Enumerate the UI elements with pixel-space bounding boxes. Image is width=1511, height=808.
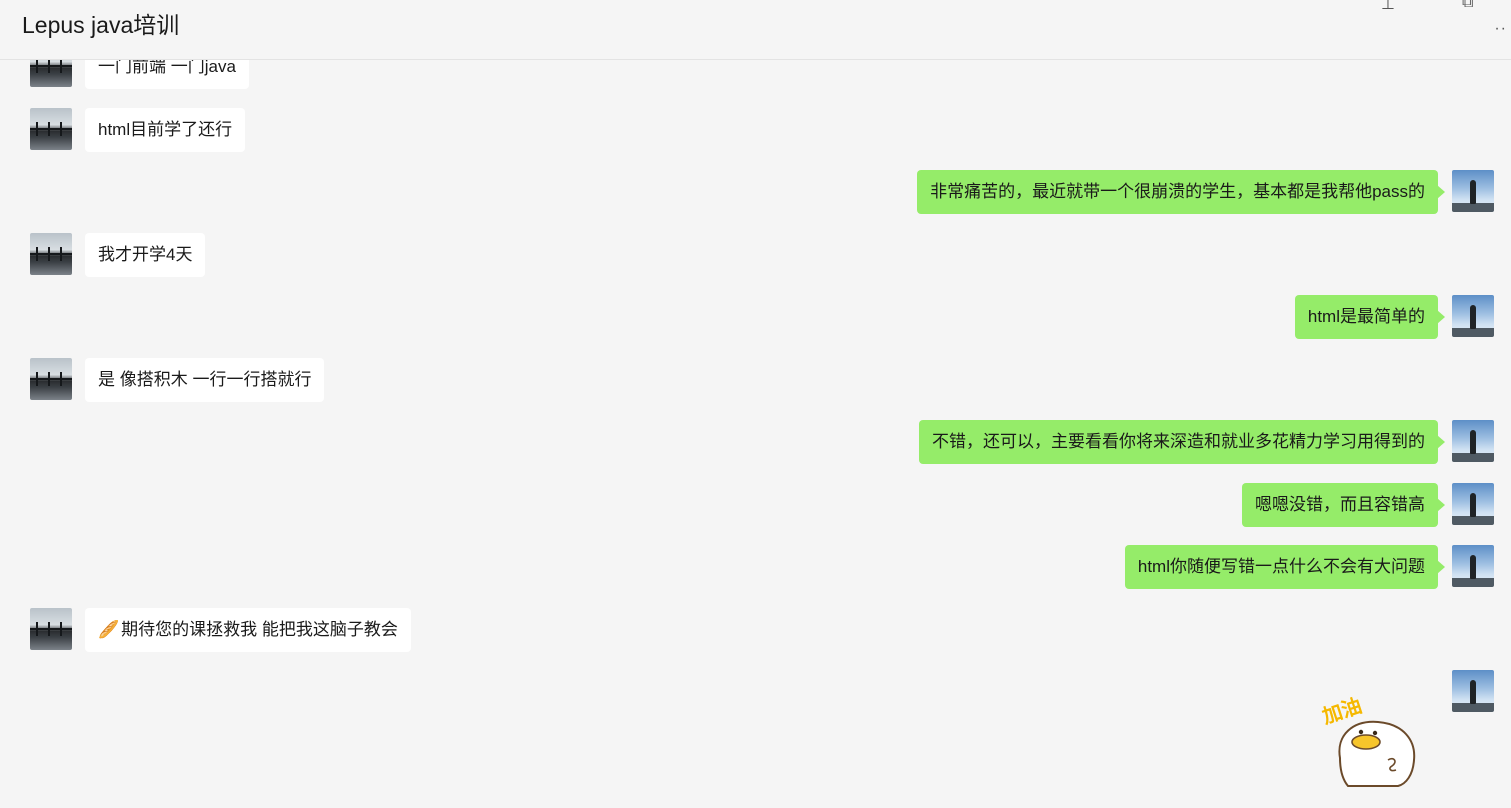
received-message: 🥖 期待您的课拯救我 能把我这脑子教会 [0, 608, 1511, 656]
avatar-detail [1452, 578, 1494, 587]
cheer-sticker[interactable]: 加油 [1318, 680, 1428, 790]
message-bubble[interactable]: 是 像搭积木 一行一行搭就行 [85, 358, 325, 402]
avatar-detail [36, 247, 38, 261]
message-bubble[interactable]: 非常痛苦的，最近就带一个很崩溃的学生，基本都是我帮他pass的 [917, 170, 1445, 214]
chat-header: Lepus java培训 ⊥ ⧉ ·· [0, 0, 1511, 60]
avatar-detail [36, 372, 38, 386]
message-text: html是最简单的 [1307, 307, 1425, 326]
sent-message: 嗯嗯没错，而且容错高 [0, 483, 1511, 531]
sticker-body [1338, 720, 1416, 787]
my-avatar[interactable] [1452, 483, 1494, 525]
avatar-detail [1470, 493, 1476, 517]
avatar-detail [1452, 516, 1494, 525]
message-bubble[interactable]: html你随便写错一点什么不会有大问题 [1124, 545, 1446, 589]
message-text: html目前学了还行 [98, 120, 233, 139]
message-bubble[interactable]: 嗯嗯没错，而且容错高 [1242, 483, 1445, 527]
sent-message: html你随便写错一点什么不会有大问题 [0, 545, 1511, 593]
message-text: 不错，还可以，主要看看你将来深造和就业多花精力学习用得到的 [932, 432, 1425, 451]
contact-avatar[interactable] [30, 108, 72, 150]
message-text: 期待您的课拯救我 能把我这脑子教会 [121, 620, 398, 639]
avatar-detail [1470, 180, 1476, 204]
message-bubble[interactable]: 我才开学4天 [85, 233, 206, 277]
my-avatar[interactable] [1452, 295, 1494, 337]
message-list[interactable]: 一门前端 一门java html目前学了还行 非常痛苦的，最近就带一个很崩溃的学生，… [0, 0, 1511, 808]
avatar-detail [48, 247, 50, 261]
avatar-detail [60, 122, 62, 136]
avatar-detail [1470, 305, 1476, 329]
sent-message: 不错，还可以，主要看看你将来深造和就业多花精力学习用得到的 [0, 420, 1511, 468]
avatar-detail [36, 122, 38, 136]
received-message: html目前学了还行 [0, 108, 1511, 156]
sticker-beak [1351, 734, 1381, 750]
received-message: 我才开学4天 [0, 233, 1511, 281]
avatar-detail [60, 59, 62, 73]
avatar-detail [1452, 453, 1494, 462]
my-avatar[interactable] [1452, 670, 1494, 712]
message-text: html你随便写错一点什么不会有大问题 [1137, 557, 1425, 576]
avatar-detail [60, 247, 62, 261]
message-text: 是 像搭积木 一行一行搭就行 [98, 370, 312, 389]
message-bubble[interactable]: 🥖 期待您的课拯救我 能把我这脑子教会 [85, 608, 411, 652]
avatar-detail [1470, 680, 1476, 704]
sent-message: 非常痛苦的，最近就带一个很崩溃的学生，基本都是我帮他pass的 [0, 170, 1511, 218]
my-avatar[interactable] [1452, 545, 1494, 587]
my-avatar[interactable] [1452, 420, 1494, 462]
pin-icon[interactable]: ⊥ [1381, 0, 1395, 14]
avatar-detail [48, 622, 50, 636]
avatar-detail [36, 59, 38, 73]
avatar-detail [1452, 328, 1494, 337]
avatar-detail [1470, 555, 1476, 579]
contact-avatar[interactable] [30, 608, 72, 650]
my-avatar[interactable] [1452, 170, 1494, 212]
message-bubble[interactable]: 不错，还可以，主要看看你将来深造和就业多花精力学习用得到的 [919, 420, 1445, 464]
message-text: 我才开学4天 [98, 245, 193, 264]
message-text: 嗯嗯没错，而且容错高 [1255, 495, 1425, 514]
sticker-eye [1358, 729, 1364, 735]
avatar-detail [48, 372, 50, 386]
avatar-detail [36, 622, 38, 636]
received-message: 是 像搭积木 一行一行搭就行 [0, 358, 1511, 406]
avatar-detail [1452, 703, 1494, 712]
sent-message: html是最简单的 [0, 295, 1511, 343]
message-bubble[interactable]: html目前学了还行 [85, 108, 246, 152]
chat-title: Lepus java培训 [22, 12, 180, 38]
wheat-emoji: 🥖 [98, 620, 120, 639]
restore-icon[interactable]: ⧉ [1462, 0, 1473, 12]
avatar-detail [1470, 430, 1476, 454]
avatar-detail [48, 59, 50, 73]
more-options-icon[interactable]: ·· [1494, 20, 1507, 38]
message-bubble[interactable]: html是最简单的 [1294, 295, 1446, 339]
contact-avatar[interactable] [30, 358, 72, 400]
avatar-detail [60, 372, 62, 386]
sticker-eye [1372, 730, 1378, 736]
avatar-detail [1452, 203, 1494, 212]
avatar-detail [60, 622, 62, 636]
sent-sticker-message [0, 670, 1511, 718]
contact-avatar[interactable] [30, 233, 72, 275]
message-text: 非常痛苦的，最近就带一个很崩溃的学生，基本都是我帮他pass的 [930, 182, 1425, 201]
avatar-detail [48, 122, 50, 136]
